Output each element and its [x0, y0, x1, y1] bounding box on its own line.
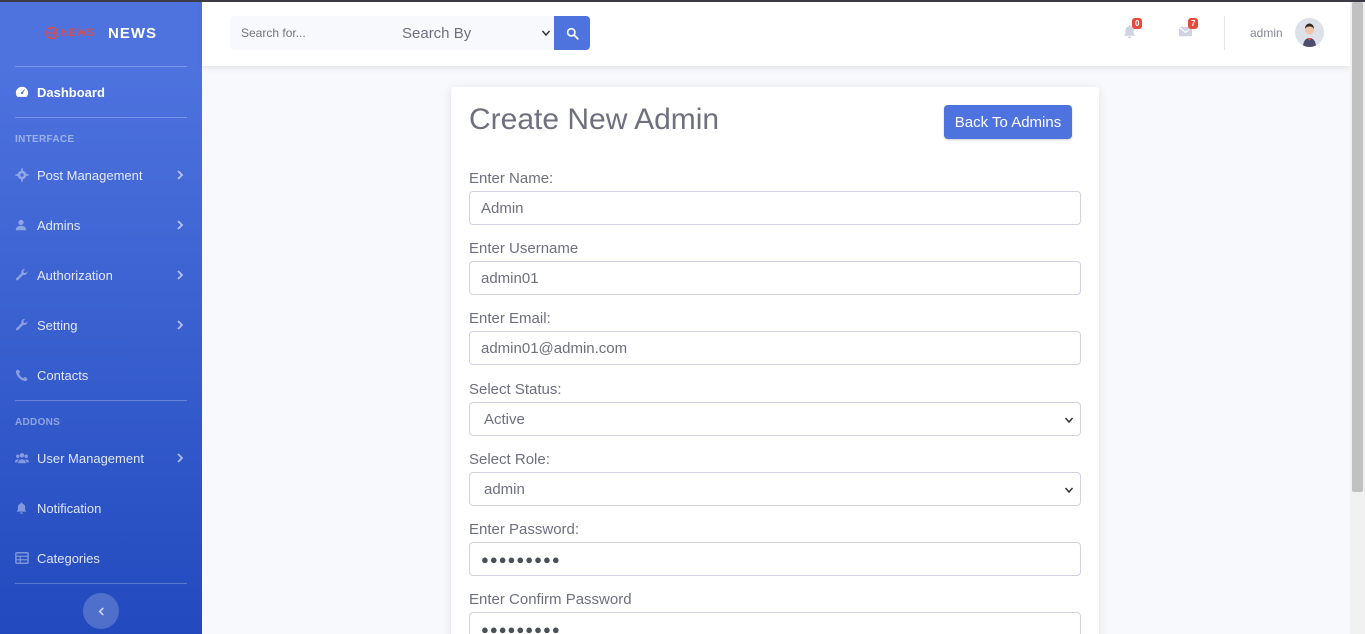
chevron-right-icon	[177, 270, 184, 280]
user-avatar-icon	[1295, 18, 1324, 47]
back-to-admins-button[interactable]: Back To Admins	[944, 105, 1072, 139]
sidebar-item-label: Contacts	[37, 367, 89, 383]
create-admin-card: Create New Admin Back To Admins Enter Na…	[451, 87, 1099, 634]
sidebar-item-dashboard[interactable]: Dashboard	[0, 67, 202, 117]
tachometer-icon	[15, 85, 29, 99]
name-form-group: Enter Name: Admin	[469, 170, 1081, 225]
chevron-right-icon	[177, 320, 184, 330]
messages-count-badge: 7	[1188, 18, 1199, 29]
status-label: Select Status:	[469, 381, 562, 398]
chevron-right-icon	[177, 170, 184, 180]
sidebar-item-contacts[interactable]: Contacts	[0, 350, 202, 400]
chevron-left-icon	[98, 606, 104, 616]
search-by-select[interactable]: Search By	[390, 16, 554, 50]
alerts-dropdown[interactable]: 0	[1122, 18, 1143, 42]
sidebar-divider	[15, 400, 187, 401]
brand-logo-text: NEWS	[61, 27, 94, 39]
password-label: Enter Password:	[469, 521, 580, 538]
wrench-icon	[15, 268, 29, 282]
sidebar-item-label: User Management	[37, 450, 144, 466]
cog-icon	[15, 168, 29, 182]
sidebar-item-post-management[interactable]: Post Management	[0, 150, 202, 200]
sidebar-item-notification[interactable]: Notification	[0, 483, 202, 533]
table-icon	[15, 551, 29, 565]
brand-name: NEWS	[108, 24, 157, 42]
sidebar: NEWS NEWS Dashboard INTERFACE Post Manag…	[0, 0, 202, 634]
sidebar-item-setting[interactable]: Setting	[0, 300, 202, 350]
page-title: Create New Admin	[469, 103, 720, 136]
role-label: Select Role:	[469, 451, 550, 468]
confirm-password-label: Enter Confirm Password	[469, 591, 632, 608]
sidebar-item-user-management[interactable]: User Management	[0, 433, 202, 483]
sidebar-item-label: Admins	[37, 217, 81, 233]
name-label: Enter Name:	[469, 170, 554, 187]
search-input[interactable]	[230, 16, 390, 50]
wrench-icon	[15, 318, 29, 332]
topbar-search: Search By	[230, 16, 590, 50]
sidebar-divider	[15, 583, 187, 584]
chevron-right-icon	[177, 220, 184, 230]
bell-icon	[15, 501, 29, 515]
password-value: ●●●●●●●●●	[481, 551, 561, 567]
username-value: admin01	[481, 269, 539, 287]
sidebar-item-label: Post Management	[37, 167, 143, 183]
messages-dropdown[interactable]: 7	[1178, 18, 1199, 42]
role-value: admin	[484, 480, 525, 498]
username-field[interactable]: admin01	[469, 261, 1081, 295]
email-value: admin01@admin.com	[481, 339, 628, 357]
confirm-password-value: ●●●●●●●●●	[481, 621, 561, 634]
username-label: Enter Username	[469, 240, 579, 257]
role-form-group: Select Role: admin	[469, 451, 1081, 506]
sidebar-item-label: Authorization	[37, 267, 113, 283]
sidebar-item-label: Categories	[37, 550, 100, 566]
sidebar-item-categories[interactable]: Categories	[0, 533, 202, 583]
topbar: Search By 0 7 admin	[202, 0, 1350, 66]
search-by-value: Search By	[402, 24, 472, 42]
confirm-password-form-group: Enter Confirm Password ●●●●●●●●●	[469, 591, 1081, 634]
page-scrollbar[interactable]	[1350, 0, 1365, 634]
sidebar-item-authorization[interactable]: Authorization	[0, 250, 202, 300]
topbar-divider	[1224, 16, 1225, 50]
password-form-group: Enter Password: ●●●●●●●●●	[469, 521, 1081, 576]
chevron-right-icon	[177, 453, 184, 463]
user-name[interactable]: admin	[1250, 26, 1283, 40]
user-icon	[15, 218, 29, 232]
role-select[interactable]: admin	[469, 472, 1081, 506]
sidebar-item-label: Setting	[37, 317, 78, 333]
email-field[interactable]: admin01@admin.com	[469, 331, 1081, 365]
sidebar-heading-addons: ADDONS	[15, 417, 61, 428]
scrollbar-thumb[interactable]	[1352, 2, 1363, 492]
email-label: Enter Email:	[469, 310, 551, 327]
globe-icon	[45, 26, 59, 40]
password-field[interactable]: ●●●●●●●●●	[469, 542, 1081, 576]
name-field[interactable]: Admin	[469, 191, 1081, 225]
status-form-group: Select Status: Active	[469, 381, 1081, 436]
avatar[interactable]	[1295, 18, 1324, 47]
alerts-count-badge: 0	[1132, 18, 1143, 29]
email-form-group: Enter Email: admin01@admin.com	[469, 310, 1081, 365]
sidebar-item-label: Dashboard	[37, 84, 105, 100]
status-select[interactable]: Active	[469, 402, 1081, 436]
status-value: Active	[484, 410, 525, 428]
sidebar-divider	[15, 117, 187, 118]
sidebar-heading-interface: INTERFACE	[15, 134, 75, 145]
chevron-down-icon	[1064, 487, 1074, 494]
brand-logo: NEWS	[45, 26, 94, 40]
search-icon	[566, 27, 579, 40]
window-top-border	[0, 0, 1365, 2]
sidebar-brand[interactable]: NEWS NEWS	[0, 0, 202, 66]
chevron-down-icon	[1064, 417, 1074, 424]
sidebar-item-label: Notification	[37, 500, 102, 516]
sidebar-item-admins[interactable]: Admins	[0, 200, 202, 250]
confirm-password-field[interactable]: ●●●●●●●●●	[469, 612, 1081, 634]
username-form-group: Enter Username admin01	[469, 240, 1081, 295]
search-button[interactable]	[554, 16, 590, 50]
sidebar-toggle-button[interactable]	[83, 593, 119, 629]
users-icon	[15, 451, 29, 465]
name-value: Admin	[481, 199, 524, 217]
chevron-down-icon	[541, 30, 551, 37]
phone-icon	[15, 368, 29, 382]
